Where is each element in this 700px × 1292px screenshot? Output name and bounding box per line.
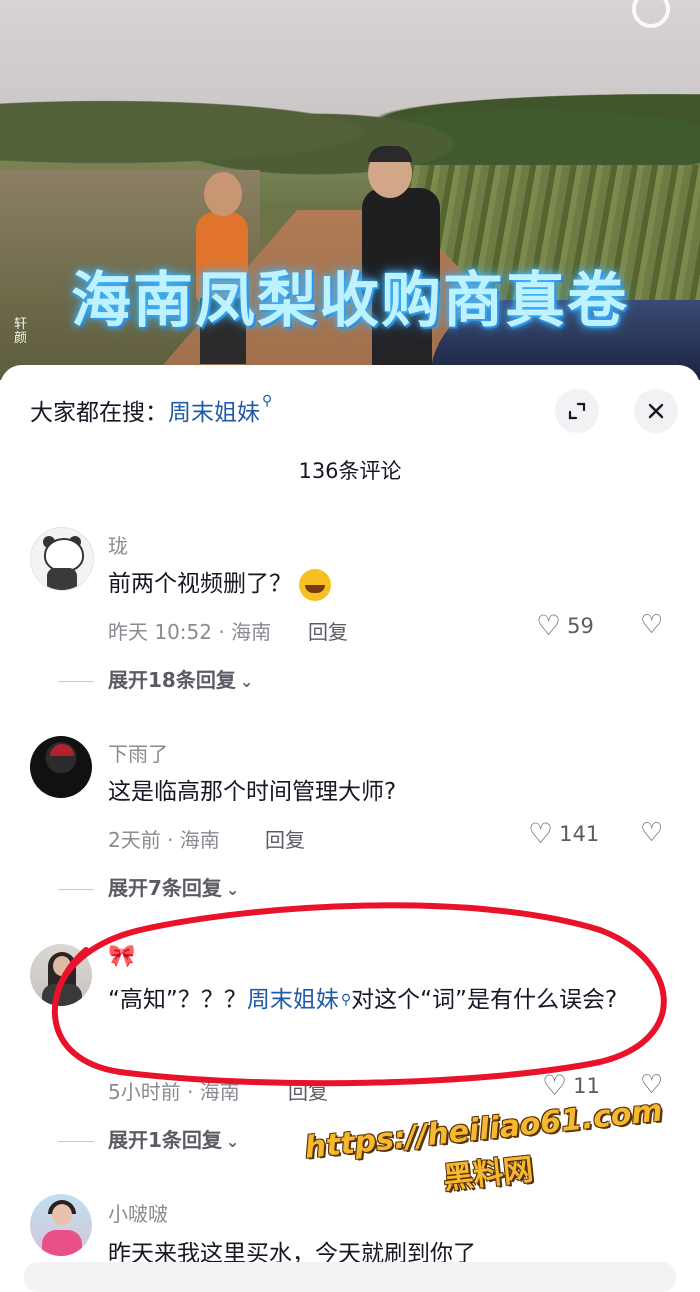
comment-text-post: 对这个“词”是有什么误会? — [351, 987, 618, 1013]
expand-icon — [568, 402, 586, 420]
comment-username[interactable]: 🎀 — [108, 944, 135, 969]
chevron-down-icon: ⌄ — [225, 1132, 240, 1151]
person-black-hair — [368, 146, 412, 162]
video-player[interactable]: 海南凤梨收购商真卷 轩 颜 — [0, 0, 700, 380]
like-button[interactable]: ♡ 141 — [528, 820, 599, 848]
comment-text: 这是临高那个时间管理大师? — [108, 779, 397, 805]
close-button[interactable] — [634, 389, 678, 433]
search-icon: ⚲ — [340, 992, 352, 1008]
heart-icon: ♡ — [528, 817, 554, 850]
expand-replies-button[interactable]: 展开18条回复 ⌄ — [58, 664, 254, 693]
comment-count: 136条评论 — [298, 459, 402, 483]
reply-button[interactable]: 回复 — [308, 616, 348, 645]
comment-text: “高知”？？？周末姐妹 ⚲对这个“词”是有什么误会? — [108, 978, 668, 1022]
avatar[interactable] — [30, 944, 92, 1006]
search-icon: ⚲ — [262, 393, 273, 409]
trending-search-prefix: 大家都在搜： — [30, 400, 168, 426]
expand-replies-button[interactable]: 展开1条回复 ⌄ — [58, 1124, 240, 1153]
comment-text-body: 前两个视频删了？ — [108, 571, 292, 597]
chevron-down-icon: ⌄ — [239, 672, 254, 691]
expand-replies-button[interactable]: 展开7条回复 ⌄ — [58, 872, 240, 901]
comment-input-bar[interactable] — [24, 1262, 676, 1292]
comment-text: 前两个视频删了？ — [108, 562, 668, 606]
comment-meta: 2天前 · 海南 — [108, 828, 220, 852]
expand-replies-label: 展开18条回复 — [108, 668, 236, 692]
laughing-crying-emoji-icon — [299, 568, 332, 601]
comment-meta: 昨天 10:52 · 海南 — [108, 620, 272, 644]
like-button[interactable]: ♡ 11 — [542, 1072, 600, 1100]
comment-username[interactable]: 小啵啵 — [108, 1198, 168, 1227]
avatar[interactable] — [30, 1194, 92, 1256]
expand-replies-label: 展开7条回复 — [108, 876, 222, 900]
expand-replies-label: 展开1条回复 — [108, 1128, 222, 1152]
chevron-down-icon: ⌄ — [225, 880, 240, 899]
person-orange-head — [204, 172, 242, 216]
heart-icon: ♡ — [536, 609, 562, 642]
expand-button[interactable] — [555, 389, 599, 433]
comment-meta: 5小时前 · 海南 — [108, 1080, 240, 1104]
trending-search[interactable]: 大家都在搜：周末姐妹 ⚲ — [30, 393, 272, 427]
dislike-icon[interactable]: ♡ — [640, 818, 663, 848]
reply-button[interactable]: 回复 — [288, 1076, 328, 1105]
dislike-icon[interactable]: ♡ — [640, 610, 663, 640]
video-trees — [0, 60, 700, 180]
like-count: 11 — [573, 1074, 600, 1098]
trending-search-term[interactable]: 周末姐妹 — [168, 400, 260, 426]
video-watermark: 轩 颜 — [14, 317, 28, 346]
comment-text-pre: “高知”？？？ — [108, 987, 247, 1013]
comment-username[interactable]: 下雨了 — [108, 738, 168, 767]
video-caption: 海南凤梨收购商真卷 — [71, 266, 629, 336]
avatar[interactable] — [30, 527, 94, 591]
like-count: 59 — [567, 614, 594, 638]
avatar[interactable] — [30, 736, 92, 798]
close-icon — [648, 403, 664, 419]
like-button[interactable]: ♡ 59 — [536, 612, 594, 640]
heart-icon: ♡ — [542, 1069, 568, 1102]
reply-button[interactable]: 回复 — [265, 824, 305, 853]
search-term-link[interactable]: 周末姐妹 — [247, 987, 339, 1013]
comment-username[interactable]: 珑 — [108, 530, 128, 559]
like-count: 141 — [559, 822, 600, 846]
